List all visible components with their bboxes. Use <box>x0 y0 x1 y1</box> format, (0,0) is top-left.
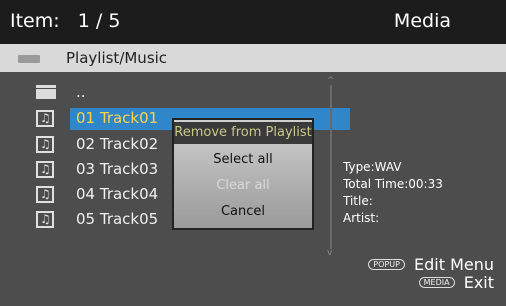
music-file-icon: ♫ <box>36 161 54 178</box>
hint-edit-menu: POPUP Edit Menu <box>368 254 494 274</box>
scrollbar[interactable]: ^ v <box>327 76 335 258</box>
item-counter: Item: 1 / 5 <box>10 10 121 32</box>
hint-label: Exit <box>463 273 494 292</box>
track-label: 04 Track04 <box>76 185 159 203</box>
menu-item-cancel[interactable]: Cancel <box>174 204 312 219</box>
detail-artist: Artist: <box>343 211 380 225</box>
track-details: Type:WAV Total Time:00:33 Title: Artist: <box>343 159 443 227</box>
scroll-track <box>330 85 332 249</box>
track-label: 03 Track03 <box>76 160 159 178</box>
track-label: 01 Track01 <box>76 109 159 127</box>
menu-item-select-all[interactable]: Select all <box>174 152 312 167</box>
scroll-up-icon: ^ <box>327 76 335 86</box>
music-file-icon: ♫ <box>36 186 54 203</box>
detail-title: Title: <box>343 194 373 208</box>
detail-total-time: Total Time:00:33 <box>343 177 443 191</box>
mode-label: Media <box>393 10 451 32</box>
top-bar: Item: 1 / 5 Media <box>0 0 506 44</box>
music-file-icon: ♫ <box>36 110 54 127</box>
track-label: 02 Track02 <box>76 135 159 153</box>
popup-key-icon: POPUP <box>368 259 405 270</box>
list-item-parent[interactable]: .. <box>36 82 326 104</box>
hint-exit: MEDIA Exit <box>418 272 494 292</box>
menu-item-remove-from-playlist[interactable]: Remove from Playlist <box>174 122 312 144</box>
key-hints: POPUP Edit Menu MEDIA Exit <box>306 248 506 306</box>
parent-folder-icon <box>36 85 56 99</box>
music-file-icon: ♫ <box>36 211 54 228</box>
track-label: 05 Track05 <box>76 210 159 228</box>
popup-menu: Remove from Playlist Select all Clear al… <box>172 118 314 230</box>
parent-label: .. <box>76 83 86 101</box>
media-key-icon: MEDIA <box>418 277 455 288</box>
detail-type: Type:WAV <box>343 160 402 174</box>
path-bar: Playlist/Music <box>0 44 506 72</box>
path-text: Playlist/Music <box>66 49 168 67</box>
menu-item-clear-all: Clear all <box>216 178 270 193</box>
music-file-icon: ♫ <box>36 136 54 153</box>
folder-icon <box>18 55 40 63</box>
